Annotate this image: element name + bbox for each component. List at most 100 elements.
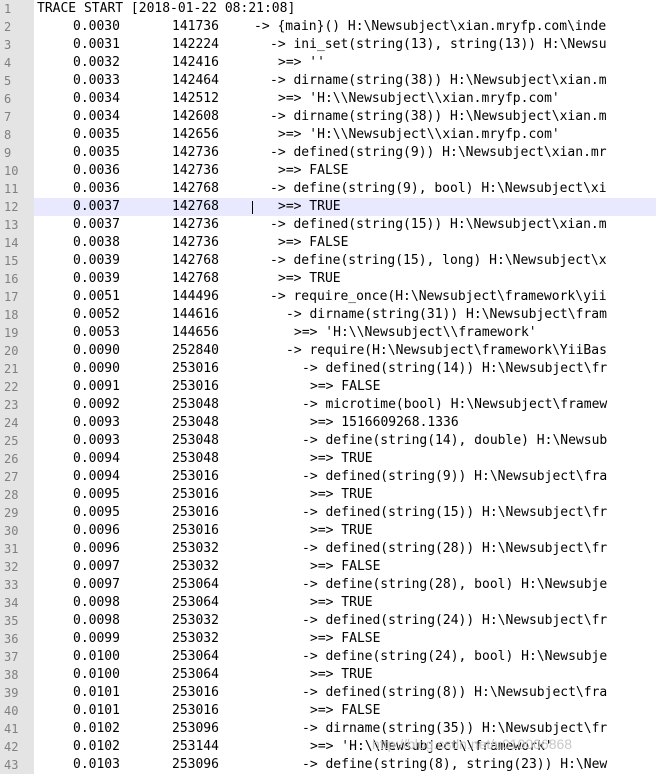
line-number: 36 bbox=[0, 630, 34, 648]
memory-value: 142416 bbox=[172, 55, 219, 70]
memory-value: 141736 bbox=[172, 19, 219, 34]
time-value: 0.0036 bbox=[73, 163, 120, 178]
trace-line[interactable]: 13 0.0037 142736 -> defined(string(15)) H:\… bbox=[0, 216, 656, 234]
time-value: 0.0034 bbox=[73, 91, 120, 106]
memory-value: 142768 bbox=[172, 199, 219, 214]
trace-line[interactable]: 12 0.0037 142768 >=> TRUE bbox=[0, 198, 656, 216]
memory-value: 142768 bbox=[172, 181, 219, 196]
trace-line[interactable]: 2 0.0030 141736 -> {main}() H:\Newsubject\x… bbox=[0, 18, 656, 36]
trace-line[interactable]: 38 0.0100 253064 >=> TRUE bbox=[0, 666, 656, 684]
line-number: 12 bbox=[0, 198, 34, 216]
trace-line[interactable]: 32 0.0097 253032 >=> FALSE bbox=[0, 558, 656, 576]
trace-line[interactable]: 22 0.0091 253016 >=> FALSE bbox=[0, 378, 656, 396]
call-text: >=> FALSE bbox=[310, 631, 381, 646]
trace-line[interactable]: 34 0.0098 253064 >=> TRUE bbox=[0, 594, 656, 612]
line-number: 1 bbox=[0, 0, 34, 18]
trace-line[interactable]: 3 0.0031 142224 -> ini_set(string(13), stri… bbox=[0, 36, 656, 54]
time-value: 0.0096 bbox=[73, 541, 120, 556]
memory-value: 142768 bbox=[172, 253, 219, 268]
time-value: 0.0038 bbox=[73, 235, 120, 250]
time-value: 0.0100 bbox=[73, 667, 120, 682]
memory-value: 144616 bbox=[172, 307, 219, 322]
line-number: 14 bbox=[0, 234, 34, 252]
trace-line[interactable]: 24 0.0093 253048 >=> 1516609268.1336 bbox=[0, 414, 656, 432]
trace-line[interactable]: 26 0.0094 253048 >=> TRUE bbox=[0, 450, 656, 468]
trace-line[interactable]: 43 0.0103 253096 -> define(string(8), strin… bbox=[0, 756, 656, 774]
call-text: >=> FALSE bbox=[310, 703, 381, 718]
memory-value: 253032 bbox=[172, 541, 219, 556]
trace-line[interactable]: 6 0.0034 142512 >=> 'H:\\Newsubject\\xian.m… bbox=[0, 90, 656, 108]
call-text: >=> FALSE bbox=[310, 379, 381, 394]
trace-line[interactable]: 25 0.0093 253048 -> define(string(14), doub… bbox=[0, 432, 656, 450]
trace-line[interactable]: 37 0.0100 253064 -> define(string(24), bool… bbox=[0, 648, 656, 666]
trace-line[interactable]: 21 0.0090 253016 -> defined(string(14)) H:\… bbox=[0, 360, 656, 378]
trace-line[interactable]: 36 0.0099 253032 >=> FALSE bbox=[0, 630, 656, 648]
memory-value: 142608 bbox=[172, 109, 219, 124]
line-number: 22 bbox=[0, 378, 34, 396]
trace-line[interactable]: 30 0.0096 253016 >=> TRUE bbox=[0, 522, 656, 540]
time-value: 0.0092 bbox=[73, 397, 120, 412]
time-value: 0.0032 bbox=[73, 55, 120, 70]
trace-line[interactable]: 17 0.0051 144496 -> require_once(H:\Newsubj… bbox=[0, 288, 656, 306]
call-text: -> defined(string(9)) H:\Newsubject\fra bbox=[302, 469, 608, 484]
trace-line[interactable]: 27 0.0094 253016 -> defined(string(9)) H:\N… bbox=[0, 468, 656, 486]
trace-line[interactable]: 14 0.0038 142736 >=> FALSE bbox=[0, 234, 656, 252]
memory-value: 253016 bbox=[172, 505, 219, 520]
trace-line[interactable]: 9 0.0035 142736 -> defined(string(9)) H:\Ne… bbox=[0, 144, 656, 162]
memory-value: 144496 bbox=[172, 289, 219, 304]
call-text: >=> 'H:\\Newsubject\\xian.mryfp.com' bbox=[278, 91, 560, 106]
call-text: -> dirname(string(31)) H:\Newsubject\fra… bbox=[286, 307, 607, 322]
trace-line[interactable]: 33 0.0097 253064 -> define(string(28), bool… bbox=[0, 576, 656, 594]
trace-line[interactable]: 16 0.0039 142768 >=> TRUE bbox=[0, 270, 656, 288]
line-number: 11 bbox=[0, 180, 34, 198]
memory-value: 142512 bbox=[172, 91, 219, 106]
trace-line[interactable]: 29 0.0095 253016 -> defined(string(15)) H:\… bbox=[0, 504, 656, 522]
trace-header: TRACE START [2018-01-22 08:21:08] bbox=[37, 1, 296, 16]
trace-line[interactable]: 18 0.0052 144616 -> dirname(string(31)) H:\… bbox=[0, 306, 656, 324]
line-number: 32 bbox=[0, 558, 34, 576]
call-text: >=> FALSE bbox=[278, 163, 349, 178]
trace-line[interactable]: 7 0.0034 142608 -> dirname(string(38)) H:\N… bbox=[0, 108, 656, 126]
trace-line[interactable]: 28 0.0095 253016 >=> TRUE bbox=[0, 486, 656, 504]
trace-line[interactable]: 1 TRACE START [2018-01-22 08:21:08] bbox=[0, 0, 656, 18]
trace-line[interactable]: 11 0.0036 142768 -> define(string(9), bool)… bbox=[0, 180, 656, 198]
line-number: 17 bbox=[0, 288, 34, 306]
text-editor[interactable]: 1 TRACE START [2018-01-22 08:21:08] 2 0.003… bbox=[0, 0, 656, 774]
time-value: 0.0037 bbox=[73, 199, 120, 214]
memory-value: 253048 bbox=[172, 433, 219, 448]
call-text: >=> TRUE bbox=[310, 451, 373, 466]
trace-line[interactable]: 20 0.0090 252840 -> require(H:\Newsubject\f… bbox=[0, 342, 656, 360]
trace-line[interactable]: 23 0.0092 253048 -> microtime(bool) H:\News… bbox=[0, 396, 656, 414]
call-text: >=> TRUE bbox=[310, 667, 373, 682]
trace-line[interactable]: 39 0.0101 253016 -> defined(string(8)) H:\N… bbox=[0, 684, 656, 702]
line-number: 27 bbox=[0, 468, 34, 486]
trace-line[interactable]: 4 0.0032 142416 >=> '' bbox=[0, 54, 656, 72]
trace-line[interactable]: 5 0.0033 142464 -> dirname(string(38)) H:\N… bbox=[0, 72, 656, 90]
line-number: 15 bbox=[0, 252, 34, 270]
call-text: >=> TRUE bbox=[310, 595, 373, 610]
time-value: 0.0036 bbox=[73, 181, 120, 196]
line-number: 9 bbox=[0, 144, 34, 162]
line-number: 30 bbox=[0, 522, 34, 540]
memory-value: 142224 bbox=[172, 37, 219, 52]
trace-line[interactable]: 19 0.0053 144656 >=> 'H:\\Newsubject\\frame… bbox=[0, 324, 656, 342]
trace-line[interactable]: 35 0.0098 253032 -> defined(string(24)) H:\… bbox=[0, 612, 656, 630]
line-number: 37 bbox=[0, 648, 34, 666]
call-text: -> defined(string(15)) H:\Newsubject\fr bbox=[302, 505, 608, 520]
call-text: -> dirname(string(38)) H:\Newsubject\xia… bbox=[270, 73, 607, 88]
memory-value: 253064 bbox=[172, 577, 219, 592]
trace-line[interactable]: 15 0.0039 142768 -> define(string(15), long… bbox=[0, 252, 656, 270]
watermark: http://blog.csdn.net/u010006868 bbox=[372, 736, 573, 752]
line-number: 25 bbox=[0, 432, 34, 450]
line-number: 8 bbox=[0, 126, 34, 144]
memory-value: 253016 bbox=[172, 487, 219, 502]
line-number: 18 bbox=[0, 306, 34, 324]
call-text: >=> FALSE bbox=[310, 559, 381, 574]
trace-line[interactable]: 8 0.0035 142656 >=> 'H:\\Newsubject\\xian.m… bbox=[0, 126, 656, 144]
trace-line[interactable]: 31 0.0096 253032 -> defined(string(28)) H:\… bbox=[0, 540, 656, 558]
trace-line[interactable]: 40 0.0101 253016 >=> FALSE bbox=[0, 702, 656, 720]
trace-line[interactable]: 10 0.0036 142736 >=> FALSE bbox=[0, 162, 656, 180]
time-value: 0.0098 bbox=[73, 613, 120, 628]
time-value: 0.0099 bbox=[73, 631, 120, 646]
line-number: 40 bbox=[0, 702, 34, 720]
